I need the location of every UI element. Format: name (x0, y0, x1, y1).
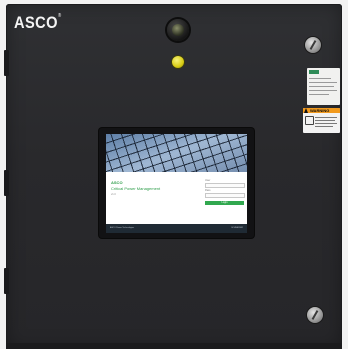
door-lock-bottom[interactable] (307, 307, 323, 323)
nameplate-logo (309, 70, 319, 74)
hmi-login-card: ASCO Critical Power Management v1.0 User… (106, 172, 247, 233)
nameplate-line (309, 90, 337, 91)
login-button[interactable]: Login (205, 201, 244, 205)
warning-line (315, 120, 335, 121)
asco-logo: ASCO® (14, 13, 62, 32)
nameplate-line (309, 86, 334, 87)
warning-line (315, 117, 337, 118)
password-field[interactable] (205, 193, 245, 198)
lock-slot (311, 310, 319, 320)
hmi-footer-left: ASCO Power Technologies (110, 227, 135, 229)
hmi-brand: ASCO (111, 180, 123, 185)
hmi-footer-right: SCHNEIDER (231, 227, 243, 229)
hmi-title: Critical Power Management (111, 186, 161, 191)
nameplate-line (309, 82, 337, 83)
nameplate-line (309, 78, 331, 79)
asco-cabinet-scene: ASCO® WARNING ASCO Critical Power Manage… (0, 0, 348, 349)
warning-line (315, 123, 337, 124)
hazard-pictogram-icon (305, 116, 314, 125)
password-label: Pass (205, 189, 211, 192)
pilot-light (167, 19, 189, 41)
warning-text: WARNING (310, 108, 330, 113)
username-label: User (205, 179, 211, 182)
nameplate-line (309, 94, 329, 95)
door-lock-top[interactable] (305, 37, 321, 53)
cabinet-base (6, 343, 342, 349)
lock-slot (309, 40, 317, 50)
hmi-footer: ASCO Power Technologies SCHNEIDER (106, 224, 247, 233)
hinge (4, 170, 9, 196)
hinge (4, 50, 9, 76)
warning-line (315, 126, 333, 127)
warning-triangle-icon (304, 108, 308, 113)
hmi-subtitle: v1.0 (111, 193, 116, 196)
pilot-light-lens (172, 24, 184, 36)
username-field[interactable] (205, 183, 245, 188)
hinge (4, 268, 9, 294)
warning-label: WARNING (303, 108, 340, 133)
warning-header: WARNING (303, 108, 340, 113)
nameplate-label (307, 68, 340, 105)
hmi-touchscreen[interactable]: ASCO Critical Power Management v1.0 User… (106, 134, 247, 233)
yellow-indicator-lamp (172, 56, 184, 68)
